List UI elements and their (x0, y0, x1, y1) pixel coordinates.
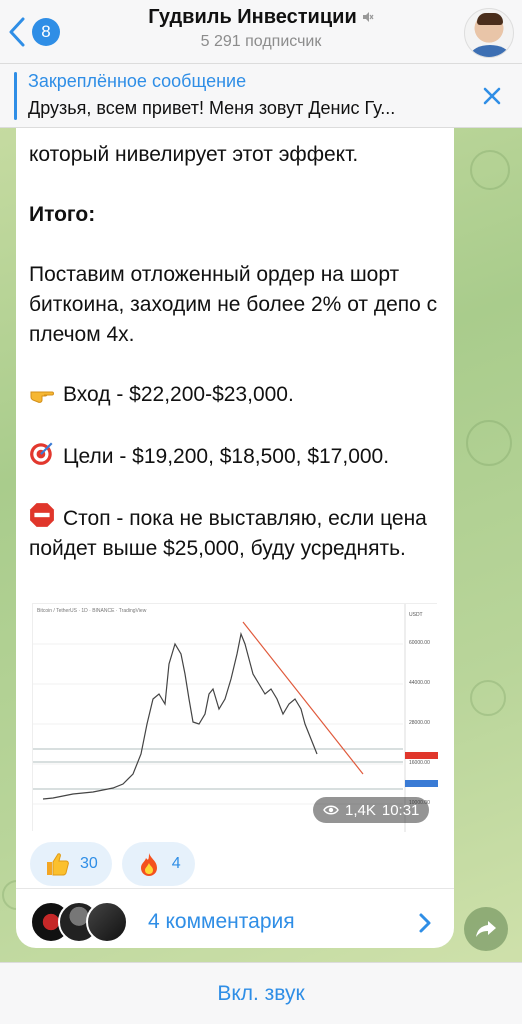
chevron-right-icon[interactable] (418, 912, 432, 934)
svg-text:Bitcoin / TetherUS · 1D · BINA: Bitcoin / TetherUS · 1D · BINANCE · Trad… (37, 608, 147, 614)
commenter-avatars[interactable] (30, 901, 134, 943)
reaction-thumbs-up[interactable]: 30 (30, 842, 112, 886)
targets-text: Цели - $19,200, $18,500, $17,000. (63, 445, 390, 468)
pinned-message-bar[interactable]: Закреплённое сообщение Друзья, всем прив… (0, 64, 522, 128)
muted-icon (362, 6, 374, 29)
svg-text:28000.00: 28000.00 (409, 720, 430, 726)
bottom-bar: Вкл. звук (0, 962, 522, 1024)
pinned-indicator (14, 72, 17, 120)
message-bubble: который нивелирует этот эффект. Итого: П… (16, 128, 454, 948)
channel-avatar[interactable] (464, 8, 514, 58)
channel-title-area[interactable]: Гудвиль Инвестиции 5 291 подписчик (80, 6, 442, 51)
reaction-count: 4 (171, 855, 181, 872)
reactions-row: 30 4 (30, 842, 195, 886)
comments-link[interactable]: 4 комментария (148, 910, 295, 934)
pointing-hand-icon (30, 391, 54, 403)
share-button[interactable] (464, 907, 508, 951)
svg-text:USDT: USDT (409, 612, 423, 618)
thumbs-up-icon (47, 853, 69, 876)
stop-sign-icon (30, 503, 54, 527)
wallpaper-doodle (466, 420, 512, 466)
pinned-text: Друзья, всем привет! Меня зовут Денис Гу… (28, 98, 396, 118)
entry-text: Вход - $22,200-$23,000. (63, 383, 294, 406)
comments-divider (16, 888, 454, 889)
chat-header: 8 Гудвиль Инвестиции 5 291 подписчик (0, 0, 522, 64)
subscriber-count: 5 291 подписчик (200, 33, 322, 50)
channel-title: Гудвиль Инвестиции (148, 6, 357, 28)
pinned-title: Закреплённое сообщение (28, 71, 247, 91)
unmute-button[interactable]: Вкл. звук (0, 963, 522, 1024)
svg-text:44000.00: 44000.00 (409, 680, 430, 686)
svg-text:16000.00: 16000.00 (409, 760, 430, 766)
reaction-fire[interactable]: 4 (121, 842, 195, 886)
view-count-badge: 1,4K 10:31 (313, 797, 430, 823)
wallpaper-doodle (470, 680, 506, 716)
stop-text: Стоп - пока не выставляю, если цена пойд… (29, 507, 427, 560)
message-text: который нивелирует этот эффект. Итого: П… (29, 140, 439, 564)
view-count: 1,4K (345, 801, 376, 819)
unread-badge: 8 (32, 18, 60, 46)
message-time: 10:31 (381, 801, 420, 819)
close-icon[interactable] (480, 84, 504, 108)
chevron-left-icon (9, 17, 25, 47)
eye-icon (323, 805, 339, 815)
share-icon (476, 921, 496, 937)
message-line: который нивелирует этот эффект. (29, 143, 359, 166)
summary-heading: Итого: (29, 203, 96, 226)
avatar (86, 901, 128, 943)
back-button[interactable]: 8 (8, 14, 68, 50)
reaction-count: 30 (80, 855, 98, 872)
svg-text:60000.00: 60000.00 (409, 640, 430, 646)
target-icon (30, 442, 53, 465)
wallpaper-doodle (470, 150, 510, 190)
fire-icon (140, 853, 157, 876)
message-paragraph: Поставим отложенный ордер на шорт биткои… (29, 263, 438, 346)
